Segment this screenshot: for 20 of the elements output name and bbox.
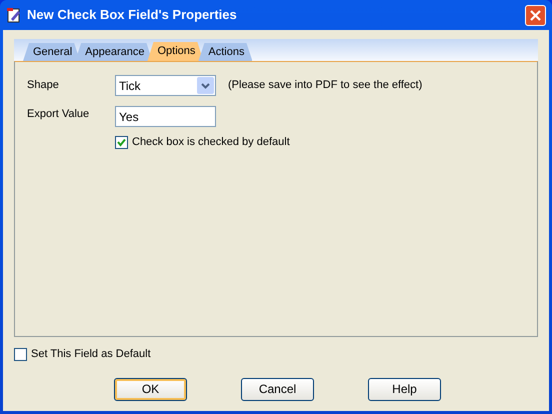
dialog-button[interactable]: OK (114, 378, 187, 400)
tab[interactable]: Appearance (75, 43, 152, 61)
export-value-field[interactable]: Yes (115, 106, 216, 127)
shape-dropdown[interactable]: Tick (115, 75, 216, 96)
field-label: Export Value (27, 107, 90, 122)
checkbox[interactable] (115, 136, 128, 149)
checkbox-label[interactable]: Check box is checked by default (132, 134, 290, 150)
close-icon (530, 10, 541, 20)
checkbox[interactable] (14, 348, 27, 361)
window-title: New Check Box Field's Properties (27, 6, 238, 24)
tab[interactable]: General (23, 43, 80, 61)
dialog-button[interactable]: Help (368, 378, 441, 400)
close-button[interactable] (525, 4, 546, 26)
document-pen-icon (6, 7, 22, 23)
checkbox-label[interactable]: Set This Field as Default (31, 346, 151, 362)
field-label: Shape (27, 78, 60, 94)
note-text: (Please save into PDF to see the effect) (228, 78, 422, 94)
tab[interactable]: Options (147, 42, 204, 61)
tab[interactable]: Actions (198, 43, 252, 61)
dialog-button[interactable]: Cancel (241, 378, 314, 400)
